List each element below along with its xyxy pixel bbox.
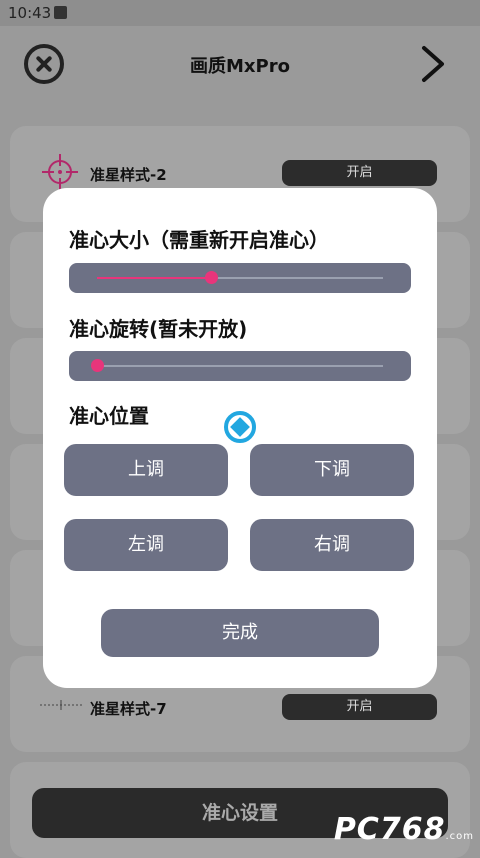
slider-thumb[interactable]: [205, 271, 219, 284]
slider-track: [97, 365, 383, 367]
position-label: 准心位置: [69, 404, 149, 428]
move-right-button[interactable]: 右调: [250, 519, 414, 571]
status-time: 10:43: [8, 4, 52, 22]
notification-icon: [54, 6, 67, 19]
crosshair-style-icon: [40, 700, 82, 710]
move-up-button[interactable]: 上调: [64, 444, 228, 496]
list-item-label: 准星样式-2: [90, 166, 167, 184]
slider-fill: [97, 277, 212, 279]
enable-button[interactable]: 开启: [282, 160, 437, 186]
chevron-right-icon[interactable]: [418, 44, 448, 84]
slider-thumb[interactable]: [91, 359, 104, 372]
crosshair-settings-dialog: 准心大小（需重新开启准心） 准心旋转(暂未开放) 准心位置 上调 下调 左调 右…: [43, 188, 437, 688]
watermark-sub: .com: [445, 831, 474, 842]
top-bar: 画质MxPro: [0, 26, 480, 102]
done-button[interactable]: 完成: [101, 609, 379, 657]
status-bar: 10:43: [0, 0, 480, 26]
move-left-button[interactable]: 左调: [64, 519, 228, 571]
list-item-label: 准星样式-7: [90, 700, 167, 718]
rotation-label: 准心旋转(暂未开放): [69, 317, 248, 341]
page-title: 画质MxPro: [190, 56, 290, 77]
size-slider[interactable]: [69, 263, 411, 293]
crosshair-style-icon: [42, 154, 78, 190]
watermark-text: PC768: [333, 812, 446, 847]
move-down-button[interactable]: 下调: [250, 444, 414, 496]
size-label: 准心大小（需重新开启准心）: [69, 228, 329, 252]
watermark: PC768.com: [334, 812, 474, 847]
enable-button[interactable]: 开启: [282, 694, 437, 720]
